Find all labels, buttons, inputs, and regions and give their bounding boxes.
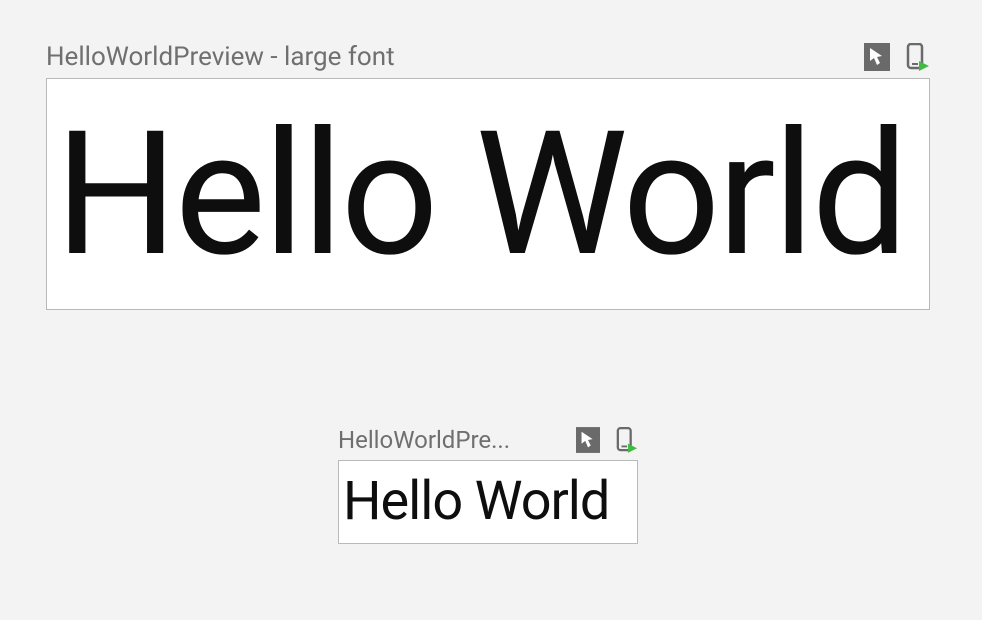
preview-toolbar: [576, 427, 638, 453]
preview-canvas: Hello World: [46, 78, 930, 310]
preview-content-text: Hello World: [343, 475, 609, 529]
interactive-mode-icon[interactable]: [576, 427, 600, 453]
preview-large-font: HelloWorldPreview - large font Hello Wor…: [46, 42, 930, 310]
preview-header: HelloWorldPre...: [338, 426, 638, 454]
preview-content-text: Hello World: [55, 108, 906, 280]
preview-header: HelloWorldPreview - large font: [46, 42, 930, 72]
preview-title: HelloWorldPreview - large font: [46, 42, 395, 72]
interactive-mode-icon[interactable]: [864, 43, 890, 71]
preview-title: HelloWorldPre...: [338, 426, 510, 454]
preview-default: HelloWorldPre... Hello World: [338, 426, 638, 544]
preview-canvas: Hello World: [338, 460, 638, 544]
preview-toolbar: [864, 43, 930, 71]
deploy-preview-icon[interactable]: [906, 43, 930, 71]
deploy-preview-icon[interactable]: [616, 427, 638, 453]
